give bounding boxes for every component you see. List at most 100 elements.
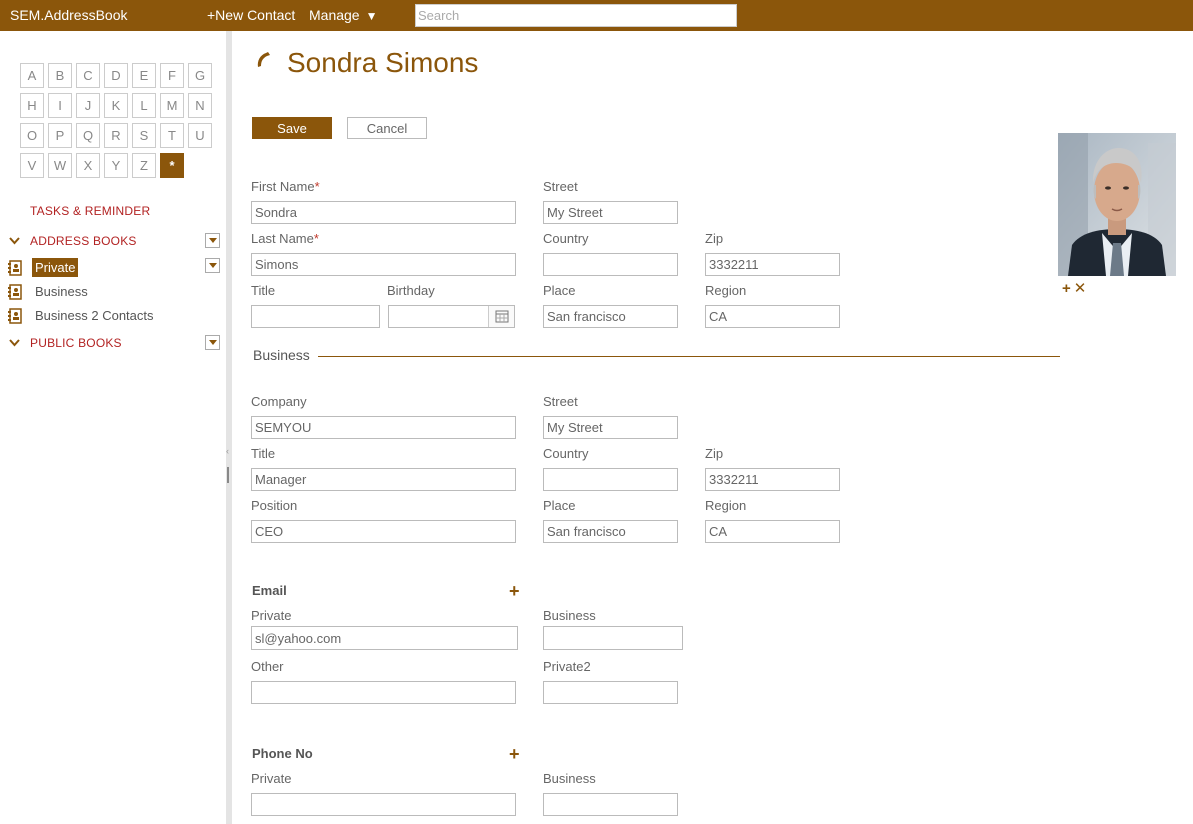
business-street-label: Street [543,394,578,409]
letter-filter-c[interactable]: C [76,63,100,88]
private-book-dropdown-button[interactable] [205,258,220,273]
chevron-down-icon[interactable] [9,237,20,245]
address-books-dropdown-button[interactable] [205,233,220,248]
collapse-arrow-icon[interactable]: ‹ [226,446,229,456]
manage-label: Manage [309,7,360,23]
phone-business-field[interactable] [543,793,678,816]
phone-business-label: Business [543,771,596,786]
contact-editor: Sondra Simons Save Cancel + ✕ First Name… [232,31,1193,824]
book-label-business: Business [35,284,88,299]
letter-filter-j[interactable]: J [76,93,100,118]
business-region-field[interactable] [705,520,840,543]
birthday-field[interactable] [388,305,515,328]
last-name-field[interactable] [251,253,516,276]
email-business-label: Business [543,608,596,623]
email-other-field[interactable] [251,681,516,704]
letter-filter-q[interactable]: Q [76,123,100,148]
letter-filter-s[interactable]: S [132,123,156,148]
email-private2-field[interactable] [543,681,678,704]
letter-filter-d[interactable]: D [104,63,128,88]
zip-label: Zip [705,231,724,246]
add-phone-icon[interactable]: + [509,745,520,763]
add-photo-icon[interactable]: + [1062,280,1071,297]
first-name-label: First Name* [251,179,320,194]
cancel-button[interactable]: Cancel [347,117,427,139]
photo-actions: + ✕ [1062,279,1089,297]
tasks-reminder-link[interactable]: TASKS & REMINDER [30,204,150,218]
email-other-label: Other [251,659,284,674]
title-label: Title [251,283,276,298]
letter-filter-n[interactable]: N [188,93,212,118]
street-field[interactable] [543,201,678,224]
letter-filter-u[interactable]: U [188,123,212,148]
business-title-field[interactable] [251,468,516,491]
letter-filter-a[interactable]: A [20,63,44,88]
app-brand[interactable]: SEM.AddressBook [10,7,128,23]
business-section-title: Business [253,347,310,363]
search-input[interactable] [415,4,737,27]
letter-filter-h[interactable]: H [20,93,44,118]
business-zip-label: Zip [705,446,724,461]
place-field[interactable] [543,305,678,328]
letter-filter-r[interactable]: R [104,123,128,148]
last-name-label-text: Last Name [251,231,314,246]
business-zip-field[interactable] [705,468,840,491]
section-divider [318,356,1060,357]
letter-filter-t[interactable]: T [160,123,184,148]
street-label: Street [543,179,578,194]
zip-field[interactable] [705,253,840,276]
chevron-down-icon[interactable] [9,339,20,347]
letter-filter-e[interactable]: E [132,63,156,88]
business-region-label: Region [705,498,747,513]
phone-icon [257,52,270,67]
public-books-header[interactable]: PUBLIC BOOKS [30,336,122,350]
title-field[interactable] [251,305,380,328]
letter-filter-f[interactable]: F [160,63,184,88]
letter-filter-i[interactable]: I [48,93,72,118]
letter-filter-w[interactable]: W [48,153,72,178]
letter-filter-x[interactable]: X [76,153,100,178]
email-private-field[interactable] [251,626,518,650]
caret-down-icon: ▼ [365,9,378,23]
phone-heading: Phone No [252,746,313,761]
book-label-business-2-contacts: Business 2 Contacts [35,308,154,323]
email-private-label: Private [251,608,292,623]
address-books-header[interactable]: ADDRESS BOOKS [30,234,137,248]
letter-filter-p[interactable]: P [48,123,72,148]
letter-filter-l[interactable]: L [132,93,156,118]
business-country-field[interactable] [543,468,678,491]
new-contact-button[interactable]: +New Contact [207,7,295,23]
position-label: Position [251,498,298,513]
letter-filter-g[interactable]: G [188,63,212,88]
address-book-icon [8,308,22,324]
country-field[interactable] [543,253,678,276]
public-books-dropdown-button[interactable] [205,335,220,350]
calendar-icon[interactable] [488,306,514,327]
letter-filter-all[interactable]: * [160,153,184,178]
save-button[interactable]: Save [252,117,332,139]
company-field[interactable] [251,416,516,439]
manage-menu[interactable]: Manage ▼ [309,7,377,23]
letter-filter-z[interactable]: Z [132,153,156,178]
letter-filter-y[interactable]: Y [104,153,128,178]
top-bar: SEM.AddressBook +New Contact Manage ▼ [0,0,1193,31]
place-label: Place [543,283,576,298]
first-name-field[interactable] [251,201,516,224]
letter-filter-v[interactable]: V [20,153,44,178]
birthday-label: Birthday [387,283,435,298]
book-label-private: Private [32,258,79,277]
phone-private-field[interactable] [251,793,516,816]
letter-filter-m[interactable]: M [160,93,184,118]
email-business-field[interactable] [543,626,683,650]
letter-filter-k[interactable]: K [104,93,128,118]
letter-filter-b[interactable]: B [48,63,72,88]
add-email-icon[interactable]: + [509,582,520,600]
splitter-grip[interactable] [227,467,229,483]
remove-photo-icon[interactable]: ✕ [1074,280,1087,297]
email-private2-label: Private2 [543,659,591,674]
position-field[interactable] [251,520,516,543]
region-field[interactable] [705,305,840,328]
business-street-field[interactable] [543,416,678,439]
business-place-field[interactable] [543,520,678,543]
letter-filter-o[interactable]: O [20,123,44,148]
